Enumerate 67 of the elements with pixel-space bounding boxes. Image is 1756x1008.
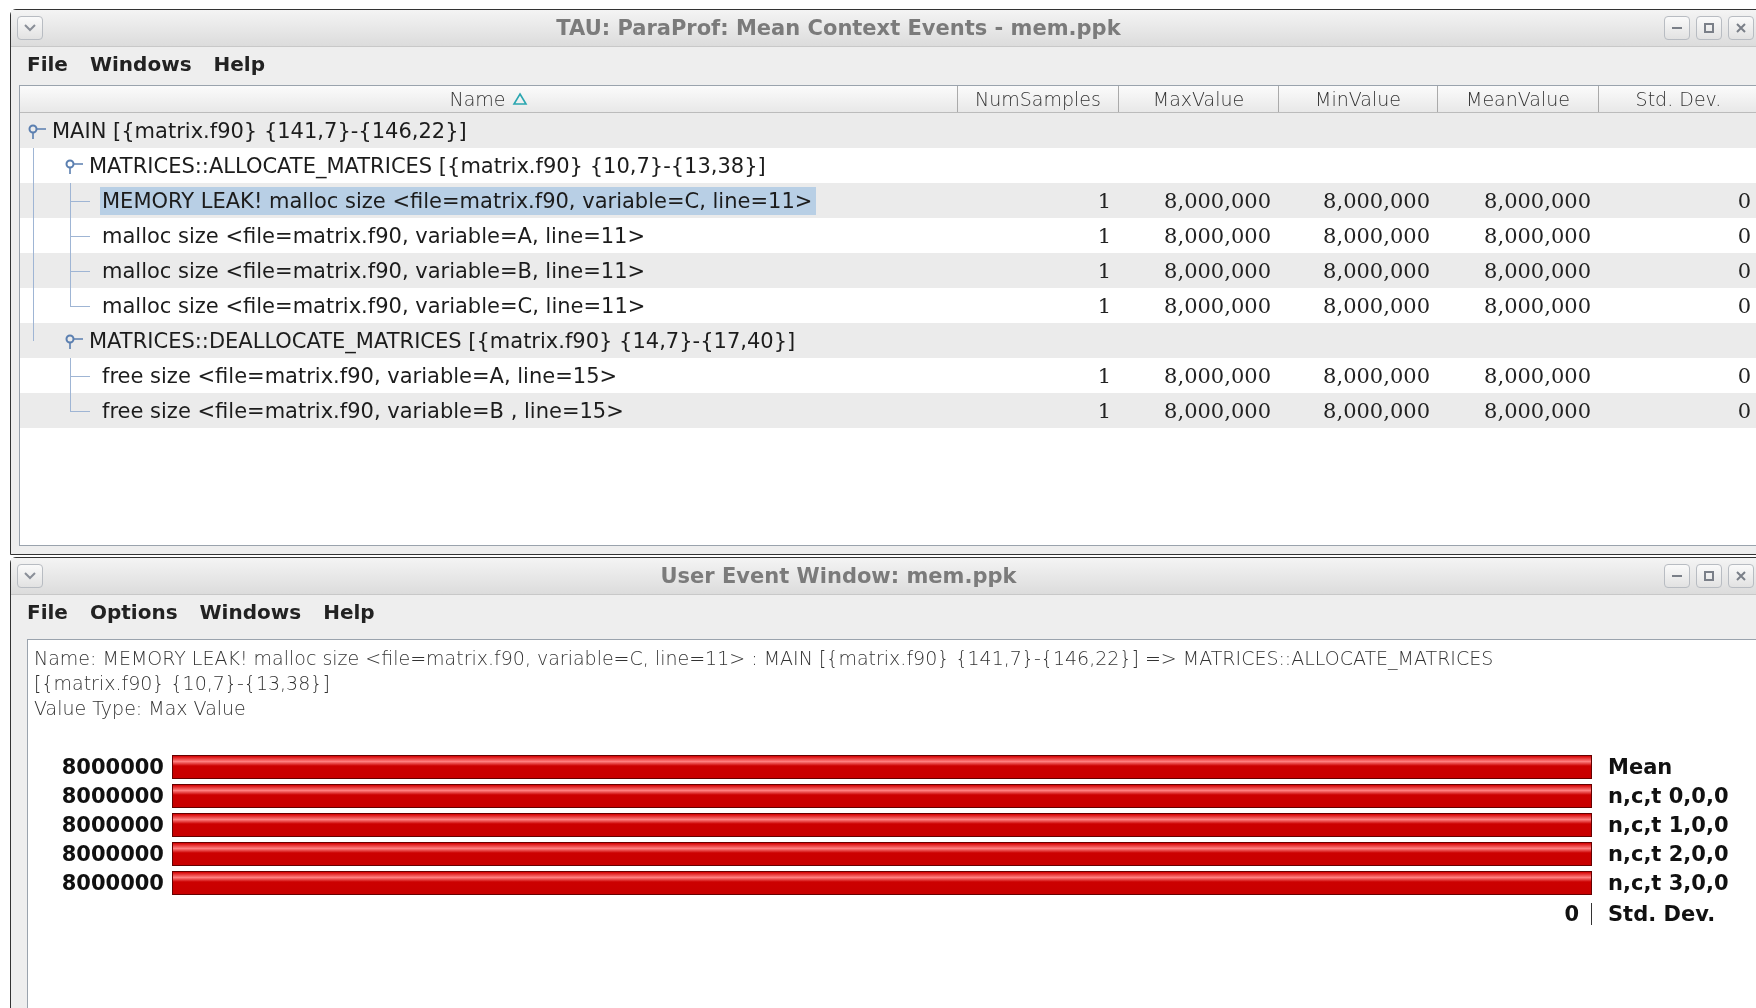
table-cell-text: 8,000,000: [1163, 363, 1272, 388]
table-cell-text: 0: [1736, 258, 1752, 283]
table-cell-text: 1: [1096, 258, 1112, 283]
table-cell-text: 8,000,000: [1483, 258, 1592, 283]
table-cell-text: 8,000,000: [1322, 223, 1431, 248]
table-cell-text: 0: [1736, 188, 1752, 213]
table-cell-text: 0: [1736, 293, 1752, 318]
table-cell-text: 8,000,000: [1322, 293, 1431, 318]
table-cell-text: 8,000,000: [1163, 258, 1272, 283]
table-cell-text: 8,000,000: [1483, 398, 1592, 423]
table-cell-text: 1: [1096, 293, 1112, 318]
bar-label: Mean: [1607, 755, 1673, 779]
window-title: User Event Window: mem.ppk: [659, 564, 1018, 588]
table-cell-text: 8,000,000: [1163, 223, 1272, 248]
bar-value: 8000000: [60, 871, 165, 895]
column-header[interactable]: MeanValue: [1438, 86, 1599, 112]
table-cell-text: 8,000,000: [1483, 188, 1592, 213]
tree-node-label[interactable]: malloc size <file=matrix.f90, variable=C, line=11>: [100, 291, 650, 320]
table-cell-text: 8,000,000: [1322, 398, 1431, 423]
info-text: Value Type: Max Value: [34, 696, 247, 721]
bar-label: n,c,t 1,0,0: [1607, 813, 1729, 837]
table-cell-text: 8,000,000: [1483, 293, 1592, 318]
info-text: [{matrix.f90} {10,7}-{13,38}]: [34, 671, 331, 696]
menu-item[interactable]: Options: [89, 600, 178, 624]
bar-label: Std. Dev.: [1607, 902, 1716, 926]
column-header[interactable]: MaxValue: [1119, 86, 1279, 112]
column-header[interactable]: NumSamples: [958, 86, 1119, 112]
menu-item[interactable]: Windows: [89, 52, 192, 76]
menu-item[interactable]: Windows: [199, 600, 302, 624]
table-cell-text: 8,000,000: [1483, 223, 1592, 248]
table-cell-text: 0: [1736, 398, 1752, 423]
table-cell-text: 8,000,000: [1163, 293, 1272, 318]
table-cell-text: 8,000,000: [1322, 258, 1431, 283]
column-header[interactable]: Std. Dev.: [1599, 86, 1756, 112]
table-cell-text: 8,000,000: [1322, 188, 1431, 213]
table-cell-text: 1: [1096, 188, 1112, 213]
bar-label: n,c,t 0,0,0: [1607, 784, 1729, 808]
table-cell-text: 0: [1736, 223, 1752, 248]
bar-value: 8000000: [60, 755, 165, 779]
bar-value: 8000000: [60, 784, 165, 808]
column-header[interactable]: Name: [20, 86, 958, 112]
table-cell-text: 1: [1096, 398, 1112, 423]
table-cell-text: 8,000,000: [1163, 188, 1272, 213]
tree-node-label[interactable]: free size <file=matrix.f90, variable=B , line=15>: [100, 396, 628, 425]
tree-node-label[interactable]: MATRICES::ALLOCATE_MATRICES [{matrix.f90} {10,7}-{13,38}]: [87, 151, 770, 180]
table-cell-text: 1: [1096, 363, 1112, 388]
tree-node-label[interactable]: free size <file=matrix.f90, variable=A, line=15>: [100, 361, 622, 390]
info-text: Name: MEMORY LEAK! malloc size <file=matrix.f90, variable=C, line=11> : MAIN [{matrix.f90} {141,7}-{146,22}] => MATRICES::ALLOCATE_MATRICES: [34, 646, 1495, 671]
tree-node-label[interactable]: MEMORY LEAK! malloc size <file=matrix.f90, variable=C, line=11>: [100, 186, 817, 215]
menu-item[interactable]: Help: [323, 600, 375, 624]
bar-label: n,c,t 3,0,0: [1607, 871, 1729, 895]
table-cell-text: 8,000,000: [1163, 398, 1272, 423]
table-cell-text: 8,000,000: [1322, 363, 1431, 388]
bar-value: 8000000: [60, 813, 165, 837]
window-title: TAU: ParaProf: Mean Context Events - mem.ppk: [555, 16, 1122, 40]
menu-item[interactable]: File: [27, 600, 68, 624]
table-cell-text: 8,000,000: [1483, 363, 1592, 388]
table-cell-text: 0: [1736, 363, 1752, 388]
tree-node-label[interactable]: malloc size <file=matrix.f90, variable=B, line=11>: [100, 256, 650, 285]
menu-item[interactable]: Help: [213, 52, 265, 76]
std-dev-value: 0: [1564, 902, 1579, 926]
menu-item[interactable]: File: [27, 52, 68, 76]
table-cell-text: 1: [1096, 223, 1112, 248]
bar-label: n,c,t 2,0,0: [1607, 842, 1729, 866]
tree-node-label[interactable]: malloc size <file=matrix.f90, variable=A, line=11>: [100, 221, 650, 250]
column-header[interactable]: MinValue: [1279, 86, 1438, 112]
bar-value: 8000000: [60, 842, 165, 866]
